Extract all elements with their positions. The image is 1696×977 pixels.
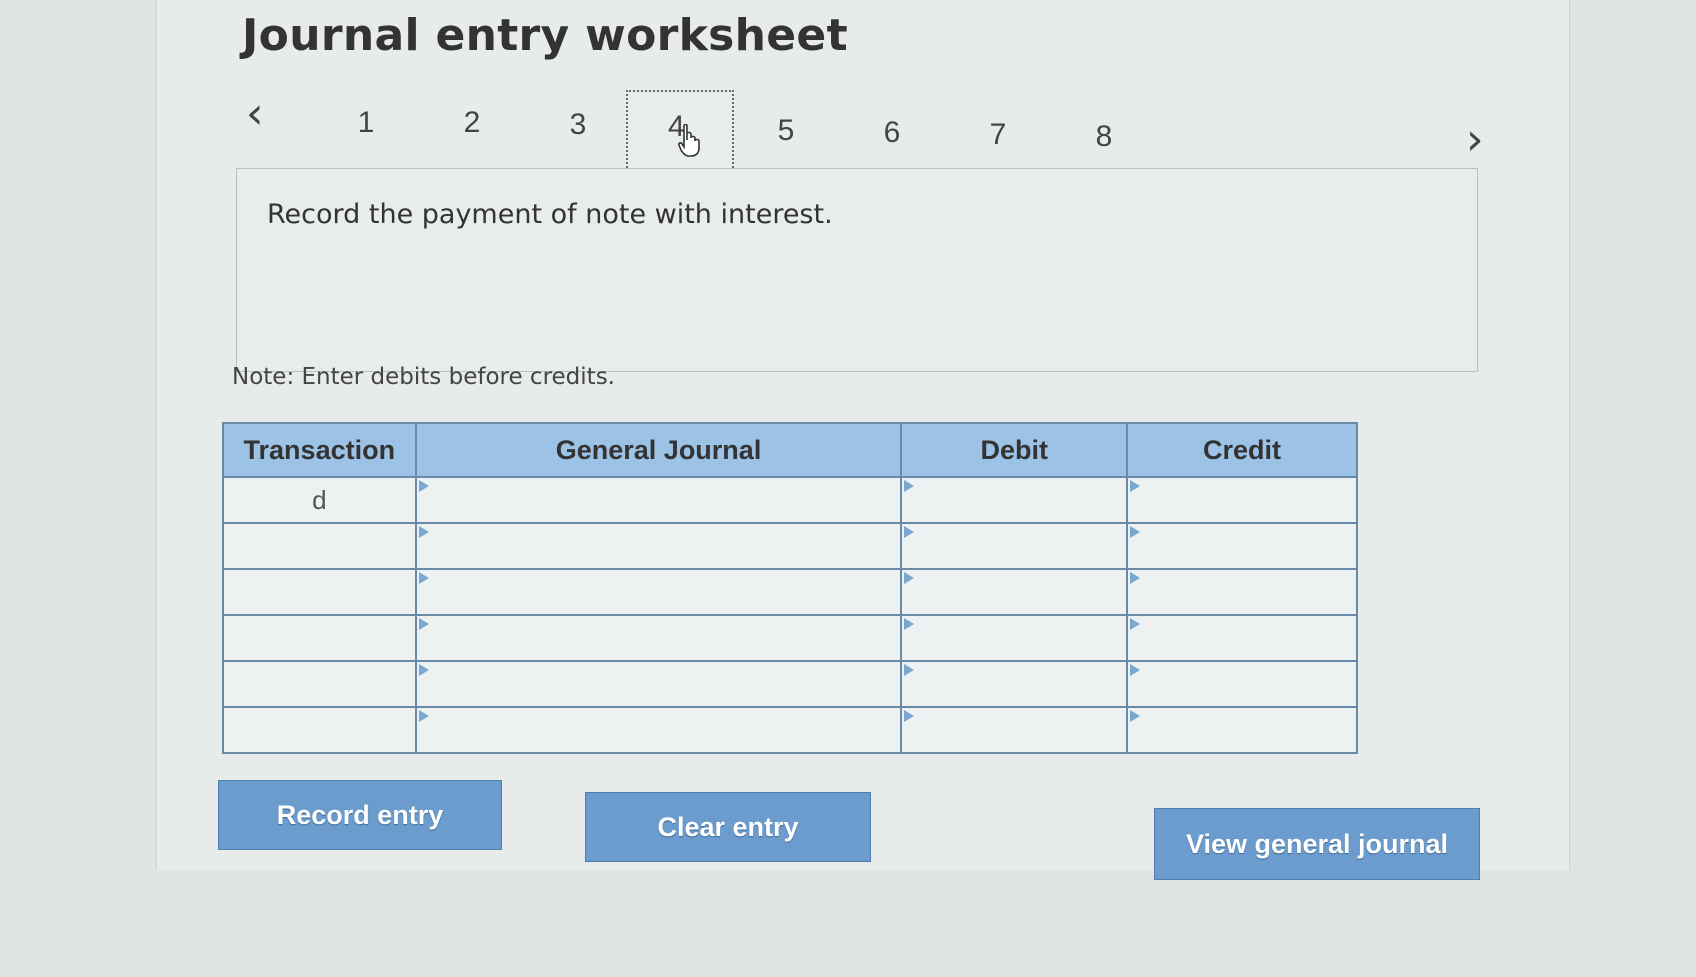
dropdown-marker-icon [904,618,915,630]
dropdown-marker-icon [1130,710,1141,722]
page-1[interactable]: 1 [346,106,386,140]
dropdown-marker-icon [1130,480,1141,492]
journal-table: Transaction General Journal Debit Credit… [222,422,1358,754]
page-6[interactable]: 6 [872,116,912,150]
table-row [222,660,1358,708]
account-select[interactable] [414,614,903,662]
header-debit: Debit [900,422,1129,478]
dropdown-marker-icon [1130,526,1141,538]
debit-input[interactable] [900,660,1129,708]
record-entry-button[interactable]: Record entry [218,780,502,850]
page-2[interactable]: 2 [452,106,492,140]
account-select[interactable] [414,568,903,616]
dropdown-marker-icon [1130,664,1141,676]
header-transaction: Transaction [222,422,417,478]
dropdown-marker-icon [418,664,429,676]
page-3[interactable]: 3 [558,108,598,142]
transaction-cell: d [222,476,417,524]
clear-entry-button[interactable]: Clear entry [585,792,871,862]
credit-input[interactable] [1126,614,1358,662]
transaction-cell [222,522,417,570]
transaction-cell [222,614,417,662]
account-select[interactable] [414,706,903,754]
account-select[interactable] [414,476,903,524]
credit-input[interactable] [1126,476,1358,524]
account-select[interactable] [414,660,903,708]
credit-input[interactable] [1126,660,1358,708]
instruction-box: Record the payment of note with interest… [236,168,1478,372]
dropdown-marker-icon [418,572,429,584]
hand-pointer-icon [678,124,700,157]
debit-input[interactable] [900,706,1129,754]
table-row [222,706,1358,754]
dropdown-marker-icon [904,664,915,676]
dropdown-marker-icon [904,526,915,538]
dropdown-marker-icon [904,572,915,584]
dropdown-marker-icon [1130,572,1141,584]
instruction-text: Record the payment of note with interest… [267,199,833,230]
debit-input[interactable] [900,522,1129,570]
dropdown-marker-icon [904,480,915,492]
page-5[interactable]: 5 [766,114,806,148]
transaction-cell [222,706,417,754]
dropdown-marker-icon [904,710,915,722]
dropdown-marker-icon [418,480,429,492]
dropdown-marker-icon [418,526,429,538]
transaction-cell [222,660,417,708]
table-row [222,568,1358,616]
debit-input[interactable] [900,614,1129,662]
chevron-left-icon[interactable]: ‹ [246,92,264,136]
chevron-right-icon[interactable]: › [1466,118,1484,162]
debit-input[interactable] [900,568,1129,616]
dropdown-marker-icon [1130,618,1141,630]
page-4-active[interactable]: 4 [626,90,734,180]
account-select[interactable] [414,522,903,570]
table-row: d [222,476,1358,524]
note-text: Note: Enter debits before credits. [232,364,615,390]
header-credit: Credit [1126,422,1358,478]
table-row [222,614,1358,662]
view-general-journal-button[interactable]: View general journal [1154,808,1480,880]
page-title: Journal entry worksheet [242,10,848,61]
table-row [222,522,1358,570]
page-8[interactable]: 8 [1084,120,1124,154]
page-7[interactable]: 7 [978,118,1018,152]
header-general-journal: General Journal [414,422,903,478]
credit-input[interactable] [1126,706,1358,754]
table-header-row: Transaction General Journal Debit Credit [222,422,1358,478]
transaction-cell [222,568,417,616]
dropdown-marker-icon [418,710,429,722]
dropdown-marker-icon [418,618,429,630]
credit-input[interactable] [1126,568,1358,616]
debit-input[interactable] [900,476,1129,524]
credit-input[interactable] [1126,522,1358,570]
